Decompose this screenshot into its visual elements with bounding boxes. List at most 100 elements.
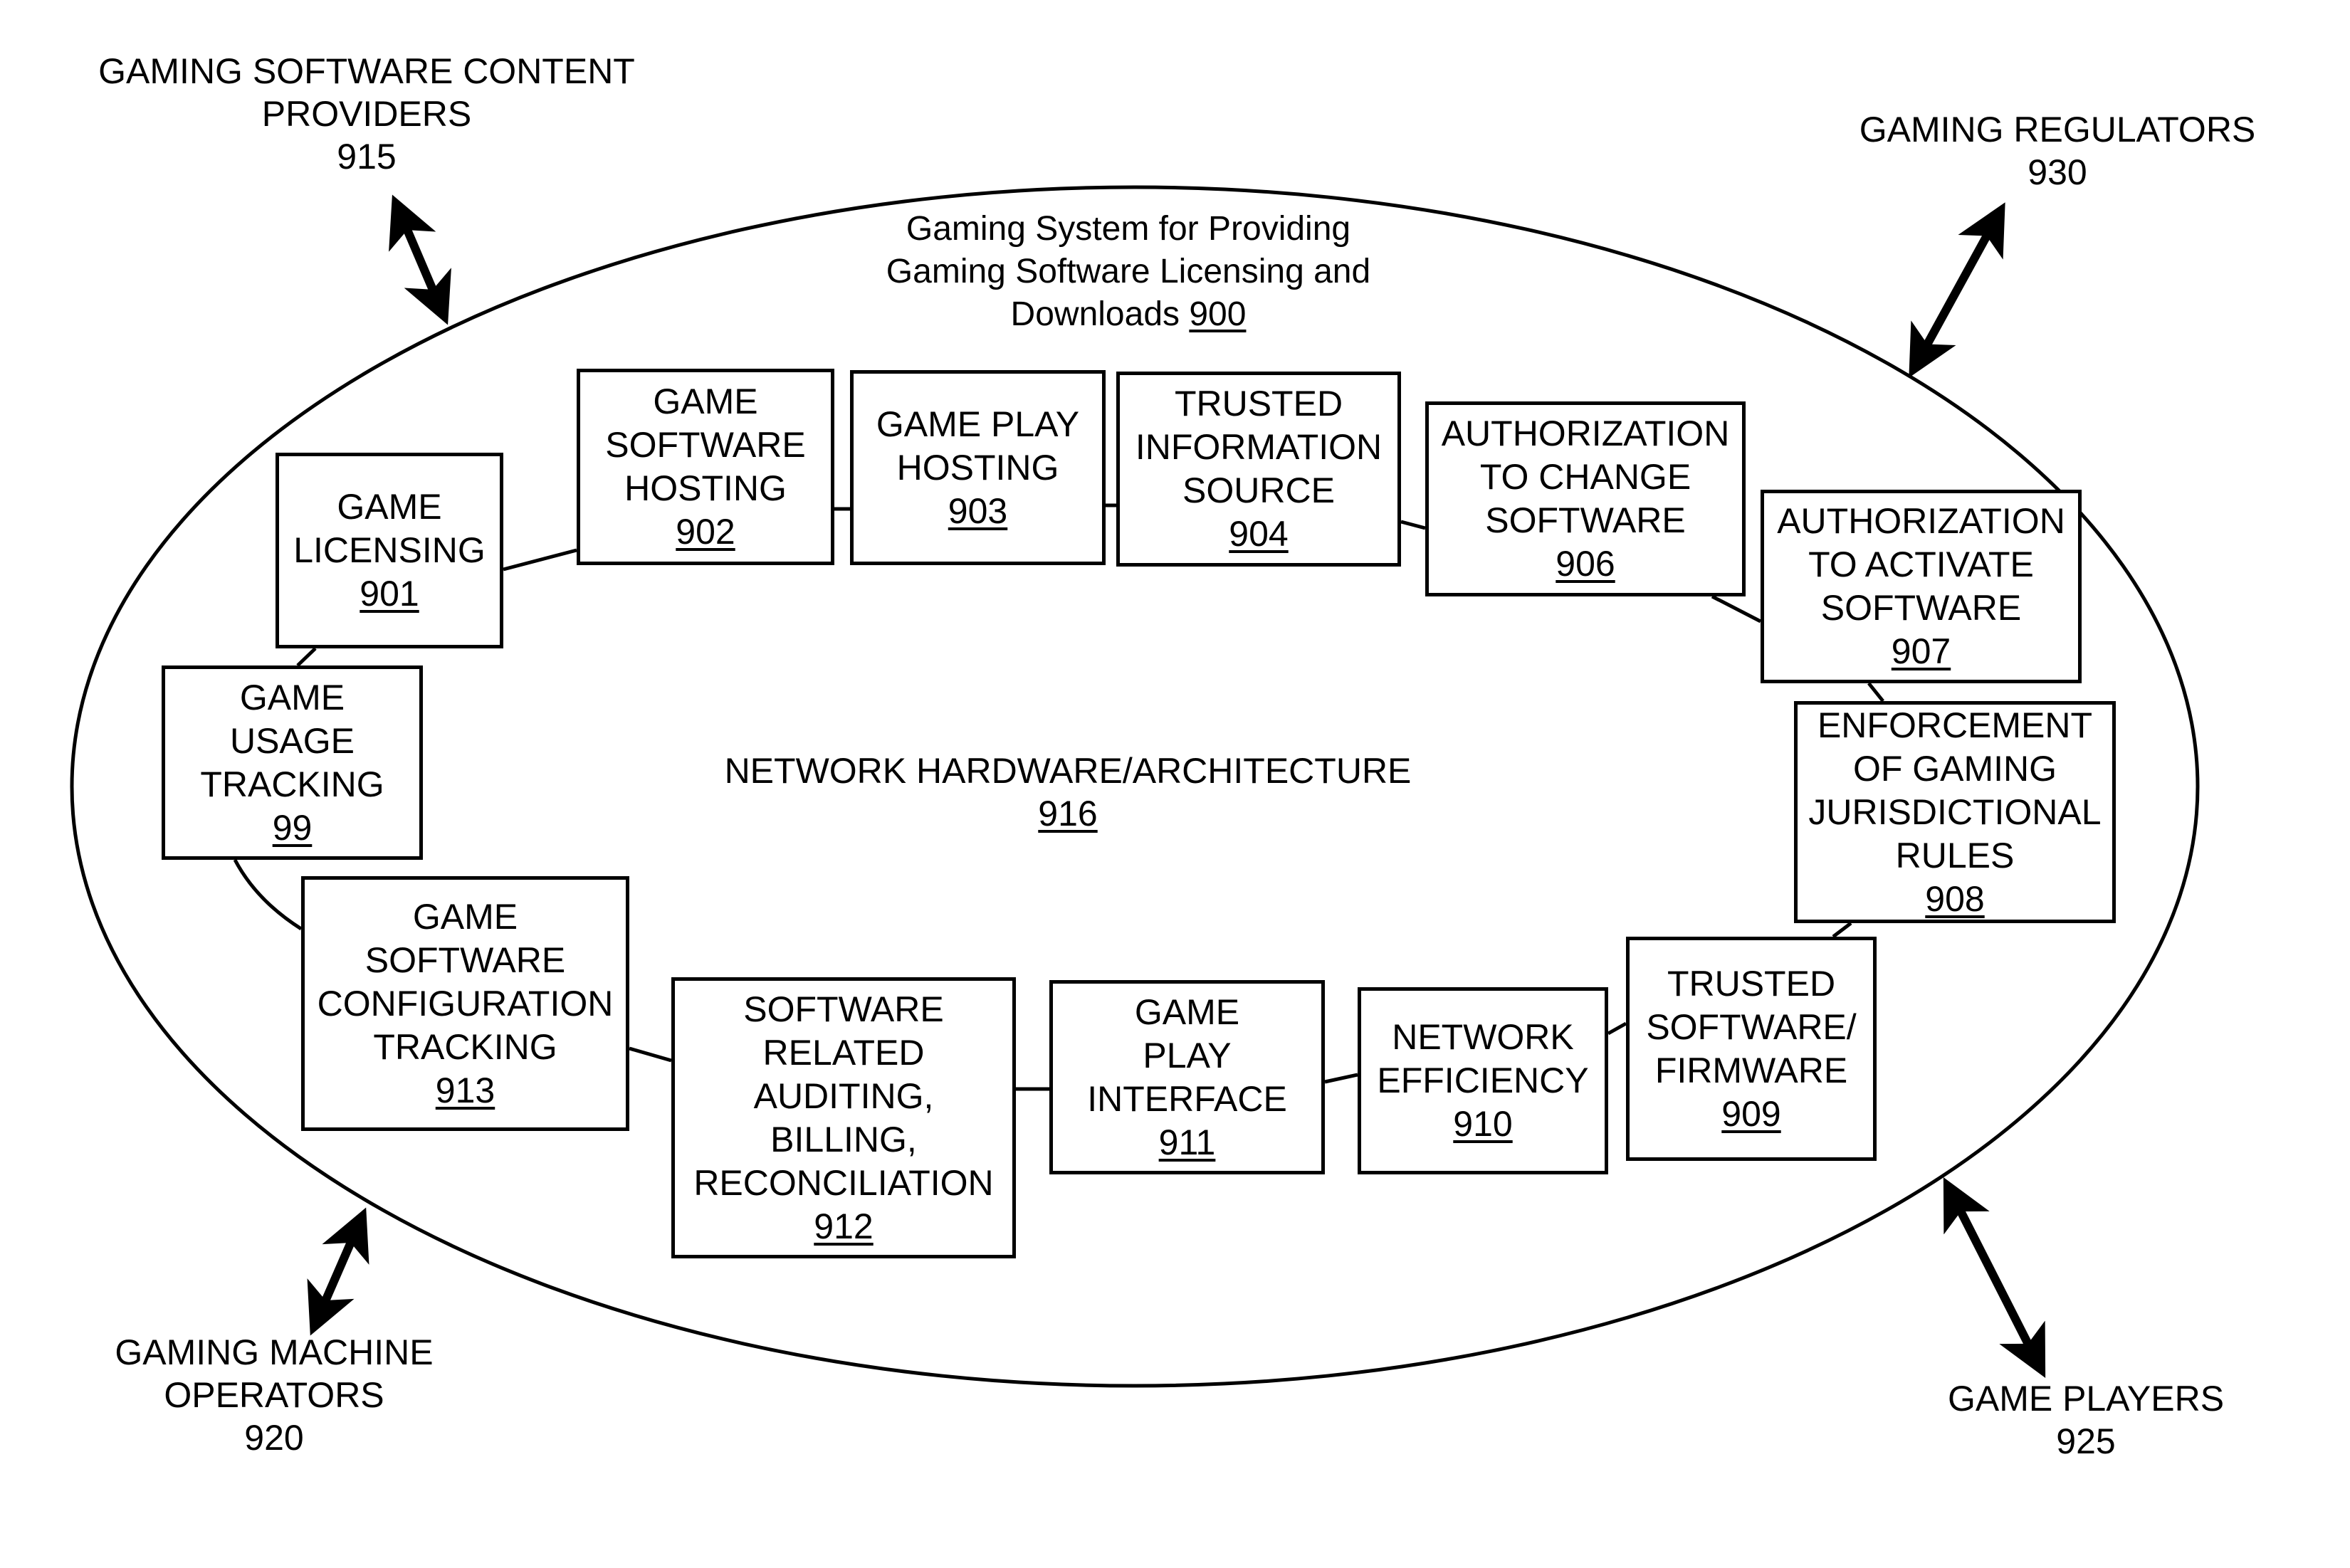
module-line: TRACKING bbox=[373, 1026, 557, 1067]
entity-line: GAMING MACHINE bbox=[115, 1332, 434, 1372]
connector-912-913 bbox=[629, 1046, 672, 1063]
entity-ref: 915 bbox=[337, 137, 397, 177]
entity-game-players: GAME PLAYERS 925 bbox=[1922, 1377, 2250, 1463]
module-line: TRACKING bbox=[200, 764, 384, 804]
system-title-line-3: Downloads 900 bbox=[847, 293, 1410, 336]
connector-909-910 bbox=[1607, 1021, 1627, 1036]
module-ref: 910 bbox=[1453, 1104, 1513, 1144]
connector-913-99 bbox=[233, 858, 303, 931]
connector-910-911 bbox=[1324, 1073, 1358, 1084]
module-game-software-hosting: GAME SOFTWARE HOSTING 902 bbox=[577, 369, 834, 565]
module-line: GAME bbox=[337, 487, 442, 527]
module-line: GAME bbox=[412, 896, 518, 937]
module-line: TRUSTED bbox=[1667, 963, 1836, 1004]
entity-ref: 925 bbox=[2056, 1421, 2116, 1461]
module-ref: 904 bbox=[1229, 514, 1289, 554]
module-line: SOFTWARE bbox=[1820, 588, 2022, 628]
module-game-play-hosting: GAME PLAY HOSTING 903 bbox=[850, 370, 1106, 565]
module-authorization-to-activate-software: AUTHORIZATION TO ACTIVATE SOFTWARE 907 bbox=[1761, 490, 2082, 683]
module-line: SOFTWARE bbox=[743, 989, 944, 1029]
module-line: HOSTING bbox=[896, 447, 1059, 488]
module-ref: 99 bbox=[272, 807, 313, 848]
entity-line: GAME PLAYERS bbox=[1947, 1379, 2225, 1419]
arrow-regulators bbox=[1909, 202, 2005, 378]
module-ref: 903 bbox=[948, 490, 1008, 531]
module-line: RECONCILIATION bbox=[693, 1162, 994, 1203]
module-line: RELATED bbox=[762, 1032, 925, 1073]
connector-908-909 bbox=[1832, 922, 1852, 938]
module-game-play-interface: GAME PLAY INTERFACE 911 bbox=[1049, 980, 1325, 1174]
module-line: SOFTWARE bbox=[605, 425, 806, 465]
network-ref: 916 bbox=[1038, 794, 1098, 833]
entity-line: GAMING REGULATORS bbox=[1859, 110, 2256, 149]
module-line: SOURCE bbox=[1182, 470, 1335, 510]
module-line: NETWORK bbox=[1392, 1017, 1574, 1057]
module-line: TO CHANGE bbox=[1479, 457, 1691, 497]
module-enforcement-of-gaming-jurisdictional-rules: ENFORCEMENT OF GAMING JURISDICTIONAL RUL… bbox=[1794, 701, 2116, 923]
module-trusted-information-source: TRUSTED INFORMATION SOURCE 904 bbox=[1116, 372, 1401, 567]
module-line: BILLING, bbox=[770, 1119, 917, 1159]
module-line: PLAY bbox=[1143, 1035, 1232, 1075]
module-ref: 912 bbox=[814, 1206, 874, 1246]
module-line: EFFICIENCY bbox=[1377, 1061, 1589, 1100]
module-line: SOFTWARE bbox=[1485, 500, 1686, 540]
module-line: INTERFACE bbox=[1087, 1078, 1287, 1119]
connector-99-901 bbox=[296, 647, 317, 667]
module-line: FIRMWARE bbox=[1654, 1050, 1848, 1090]
module-line: TRUSTED bbox=[1174, 384, 1343, 423]
module-line: SOFTWARE/ bbox=[1646, 1006, 1857, 1047]
module-line: CONFIGURATION bbox=[317, 983, 614, 1024]
module-line: INFORMATION bbox=[1135, 427, 1383, 467]
connector-906-907 bbox=[1711, 594, 1762, 623]
module-line: AUDITING, bbox=[753, 1075, 934, 1116]
module-line: GAME PLAY bbox=[876, 404, 1080, 444]
entity-ref: 930 bbox=[2028, 152, 2087, 192]
entity-line: PROVIDERS bbox=[261, 94, 472, 134]
module-line: GAME bbox=[239, 677, 345, 717]
module-authorization-to-change-software: AUTHORIZATION TO CHANGE SOFTWARE 906 bbox=[1425, 401, 1746, 596]
module-ref: 902 bbox=[676, 512, 735, 552]
network-label: NETWORK HARDWARE/ARCHITECTURE 916 bbox=[712, 749, 1424, 835]
module-ref: 911 bbox=[1158, 1122, 1216, 1162]
system-title-line-1: Gaming System for Providing bbox=[906, 210, 1351, 248]
module-line: AUTHORIZATION bbox=[1441, 414, 1730, 453]
module-ref: 908 bbox=[1925, 878, 1985, 919]
module-ref: 913 bbox=[435, 1070, 495, 1110]
module-line: HOSTING bbox=[624, 468, 787, 508]
connector-907-908 bbox=[1867, 682, 1884, 703]
module-line: JURISDICTIONAL bbox=[1808, 791, 2102, 832]
system-title: Gaming System for Providing Gaming Softw… bbox=[847, 208, 1410, 336]
entity-line: GAMING SOFTWARE CONTENT bbox=[98, 51, 635, 91]
arrow-game-players bbox=[1943, 1177, 2046, 1379]
module-line: GAME bbox=[1134, 991, 1240, 1032]
module-line: GAME bbox=[653, 382, 758, 421]
system-title-line-2: Gaming Software Licensing and bbox=[886, 253, 1371, 290]
module-line: USAGE bbox=[229, 720, 355, 761]
arrow-machine-operators bbox=[307, 1207, 369, 1336]
module-software-auditing-billing-reconciliation: SOFTWARE RELATED AUDITING, BILLING, RECO… bbox=[671, 977, 1016, 1258]
module-game-usage-tracking: GAME USAGE TRACKING 99 bbox=[162, 665, 423, 860]
arrow-content-providers bbox=[389, 194, 451, 325]
connector-904-906 bbox=[1400, 520, 1426, 530]
entity-ref: 920 bbox=[244, 1418, 304, 1458]
module-line: TO ACTIVATE bbox=[1808, 544, 2034, 584]
module-ref: 907 bbox=[1891, 631, 1951, 671]
module-ref: 901 bbox=[360, 574, 419, 614]
module-ref: 909 bbox=[1721, 1093, 1781, 1134]
entity-content-providers: GAMING SOFTWARE CONTENT PROVIDERS 915 bbox=[78, 50, 655, 178]
entity-line: OPERATORS bbox=[164, 1375, 384, 1415]
module-line: ENFORCEMENT bbox=[1817, 705, 2093, 745]
module-trusted-software-firmware: TRUSTED SOFTWARE/ FIRMWARE 909 bbox=[1626, 937, 1877, 1161]
module-game-licensing: GAME LICENSING 901 bbox=[276, 453, 503, 648]
connector-901-902 bbox=[503, 548, 577, 572]
system-ref: 900 bbox=[1189, 295, 1247, 333]
entity-regulators: GAMING REGULATORS 930 bbox=[1837, 108, 2278, 194]
system-title-line-3-text: Downloads bbox=[1010, 295, 1180, 333]
module-game-software-configuration-tracking: GAME SOFTWARE CONFIGURATION TRACKING 913 bbox=[301, 876, 629, 1131]
module-ref: 906 bbox=[1556, 544, 1615, 584]
module-line: RULES bbox=[1895, 835, 2015, 875]
network-label-text: NETWORK HARDWARE/ARCHITECTURE bbox=[724, 751, 1412, 791]
entity-machine-operators: GAMING MACHINE OPERATORS 920 bbox=[93, 1331, 456, 1459]
module-line: OF GAMING bbox=[1852, 748, 2057, 789]
module-network-efficiency: NETWORK EFFICIENCY 910 bbox=[1358, 987, 1608, 1174]
